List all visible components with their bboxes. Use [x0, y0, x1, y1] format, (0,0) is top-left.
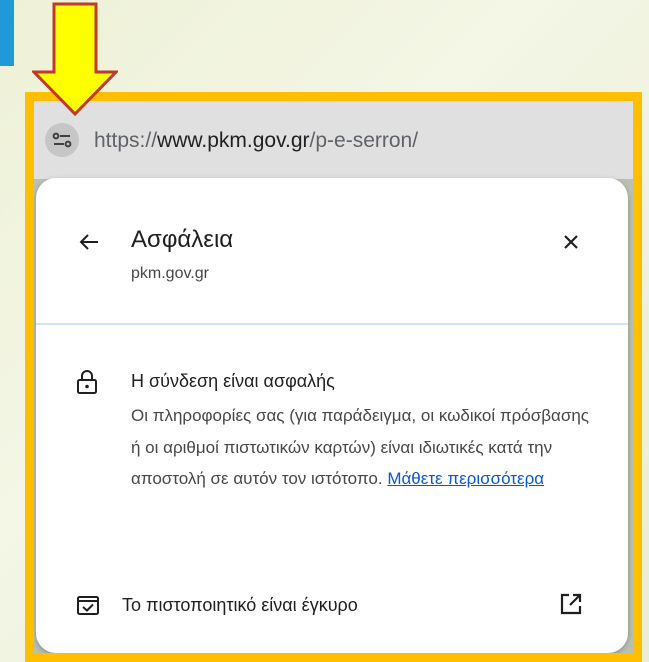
connection-status-title: Η σύνδεση είναι ασφαλής	[131, 371, 335, 391]
close-icon	[564, 235, 578, 249]
down-arrow-icon	[32, 2, 118, 116]
site-security-popup: Ασφάλεια pkm.gov.gr Η σύνδεση είναι ασφα…	[36, 178, 628, 653]
connection-description: Οι πληροφορίες σας (για παράδειγμα, οι κ…	[131, 400, 601, 495]
open-in-new-icon[interactable]	[558, 591, 584, 617]
back-button[interactable]	[76, 229, 102, 255]
close-button[interactable]	[558, 229, 584, 255]
popup-subtitle: pkm.gov.gr	[131, 265, 209, 282]
browser-screenshot: https://www.pkm.gov.gr/p-e-serron/ Ασφάλ…	[34, 101, 633, 653]
left-accent-bar	[0, 0, 14, 66]
popup-title: Ασφάλεια	[131, 226, 234, 253]
certificate-label: Το πιστοποιητικό είναι έγκυρο	[122, 595, 358, 615]
certificate-row[interactable]: Το πιστοποιητικό είναι έγκυρο	[36, 583, 628, 629]
lock-icon	[77, 370, 97, 394]
certificate-icon	[77, 596, 99, 615]
url-path: /p-e-serron/	[309, 129, 419, 152]
url-text[interactable]: https://www.pkm.gov.gr/p-e-serron/	[94, 129, 418, 153]
arrow-back-icon	[79, 234, 98, 250]
highlight-frame: https://www.pkm.gov.gr/p-e-serron/ Ασφάλ…	[25, 92, 642, 662]
tune-icon	[52, 132, 72, 148]
site-info-button[interactable]	[45, 123, 79, 157]
url-scheme: https://	[94, 129, 158, 152]
popup-divider	[36, 323, 628, 325]
address-bar[interactable]: https://www.pkm.gov.gr/p-e-serron/	[34, 101, 633, 179]
url-domain: www.pkm.gov.gr	[157, 129, 310, 152]
learn-more-link[interactable]: Μάθετε περισσότερα	[387, 469, 544, 488]
